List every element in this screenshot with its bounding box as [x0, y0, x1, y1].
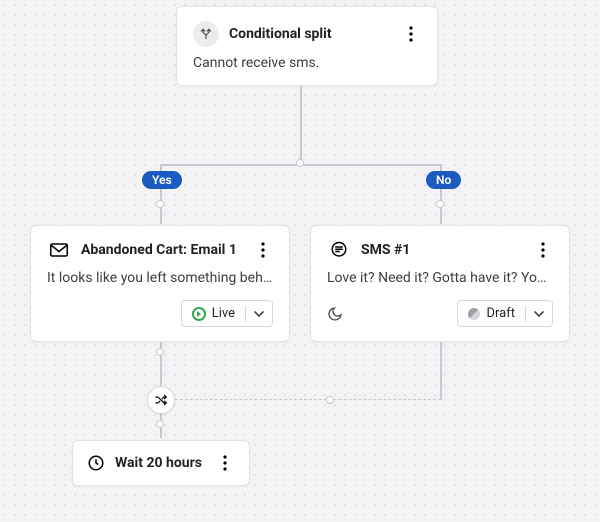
chevron-down-icon	[525, 306, 552, 322]
connector-line	[160, 399, 441, 401]
node-menu-button[interactable]	[253, 240, 273, 260]
connector-port	[156, 420, 164, 428]
node-description: Love it? Need it? Gotta have it? Your ca…	[327, 270, 553, 286]
node-title: Conditional split	[229, 26, 391, 42]
node-menu-button[interactable]	[215, 453, 235, 473]
draft-icon	[468, 308, 480, 320]
sms-node[interactable]: SMS #1 Love it? Need it? Gotta have it? …	[310, 225, 570, 342]
status-label: Live	[212, 306, 235, 321]
connector-port	[436, 200, 444, 208]
node-title: Abandoned Cart: Email 1	[81, 242, 243, 258]
node-menu-button[interactable]	[533, 240, 553, 260]
branch-label-yes: Yes	[142, 171, 182, 189]
node-description: Cannot receive sms.	[193, 55, 421, 71]
node-title: SMS #1	[361, 242, 523, 258]
clock-icon	[87, 454, 105, 472]
connector-port	[326, 396, 334, 404]
branch-label-no: No	[426, 171, 461, 189]
connector-port	[296, 159, 304, 167]
node-description: It looks like you left something behind.…	[47, 270, 273, 286]
status-label: Draft	[486, 306, 515, 321]
merge-node[interactable]	[147, 386, 175, 414]
chevron-down-icon	[245, 306, 272, 322]
split-icon	[193, 21, 219, 47]
sms-icon	[327, 241, 351, 259]
connector-port	[156, 348, 164, 356]
status-select-draft[interactable]: Draft	[457, 300, 553, 327]
node-title: Wait 20 hours	[115, 455, 205, 471]
connector-port	[156, 200, 164, 208]
quiet-hours-icon	[327, 306, 343, 322]
connector-line	[300, 80, 302, 164]
status-select-live[interactable]: Live	[181, 300, 273, 327]
email-node[interactable]: Abandoned Cart: Email 1 It looks like yo…	[30, 225, 290, 342]
email-icon	[47, 243, 71, 257]
play-icon	[192, 307, 206, 321]
conditional-split-node[interactable]: Conditional split Cannot receive sms.	[176, 6, 438, 86]
node-menu-button[interactable]	[401, 24, 421, 44]
wait-node[interactable]: Wait 20 hours	[72, 440, 250, 486]
